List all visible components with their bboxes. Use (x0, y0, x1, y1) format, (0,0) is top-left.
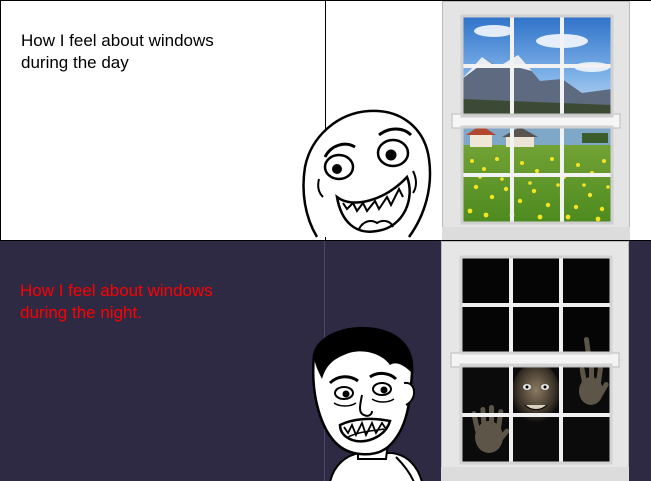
scared-rage-face-icon (312, 326, 423, 481)
night-panel: How I feel about windows during the nigh… (0, 240, 651, 481)
day-window-icon (442, 1, 630, 240)
day-panel: How I feel about windows during the day (0, 0, 651, 240)
day-caption: How I feel about windows during the day (21, 31, 214, 72)
rage-comic: How I feel about windows during the day (0, 0, 651, 481)
night-window-icon (441, 241, 629, 481)
night-caption: How I feel about windows during the nigh… (20, 281, 213, 322)
happy-rage-face-icon (302, 109, 432, 238)
